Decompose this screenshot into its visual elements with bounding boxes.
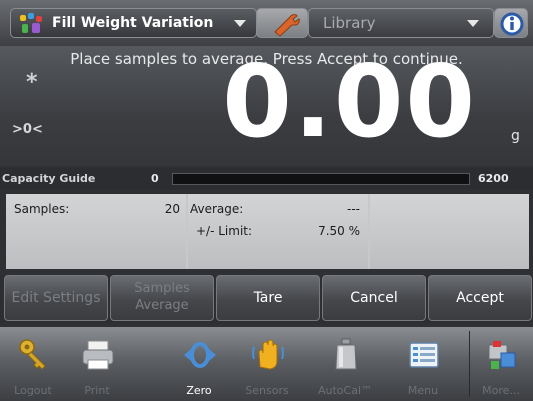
data-panel: Samples: 20 Average: --- +/- Limit: 7.50… [6, 194, 529, 269]
menu-list-icon [409, 342, 439, 368]
nav-more-label: More... [482, 384, 520, 397]
nav-autocal-label: AutoCal™ [317, 384, 373, 397]
nav-menu-label: Menu [407, 384, 439, 397]
samples-cell: Samples: 20 [6, 194, 186, 269]
nav-print[interactable]: Print [66, 327, 128, 401]
nav-zero[interactable]: Zero [168, 327, 230, 401]
bottom-nav: Logout Print Zero Sensors AutoCal™ Menu … [0, 327, 533, 401]
nav-print-label: Print [84, 384, 110, 397]
nav-sensors[interactable]: Sensors [236, 327, 298, 401]
edit-settings-button[interactable]: Edit Settings [4, 275, 108, 321]
library-selector[interactable]: Library [308, 8, 494, 38]
capacity-guide: Capacity Guide 0 6200 [0, 168, 533, 190]
application-icon [20, 13, 42, 33]
accept-label: Accept [456, 290, 504, 306]
tare-button[interactable]: Tare [216, 275, 320, 321]
nav-more[interactable]: More... [470, 327, 532, 401]
application-selector[interactable]: Fill Weight Variation [10, 8, 257, 38]
samples-average-label-1: Samples [134, 281, 190, 296]
center-zero-indicator: >0< [12, 122, 43, 137]
zero-icon [184, 342, 216, 368]
average-label: Average: [190, 202, 244, 216]
key-icon [19, 339, 46, 370]
empty-cell [370, 194, 529, 269]
average-cell: Average: --- +/- Limit: 7.50 % [188, 194, 368, 269]
nav-menu[interactable]: Menu [392, 327, 454, 401]
printer-icon [82, 340, 114, 370]
weight-unit[interactable]: g [511, 128, 520, 144]
balance-screen: Fill Weight Variation Library Place samp… [0, 0, 533, 401]
chevron-down-icon [234, 20, 246, 27]
average-value: --- [347, 202, 360, 216]
weight-readout: Place samples to average. Press Accept t… [0, 43, 533, 166]
limit-value: 7.50 % [318, 224, 360, 238]
edit-settings-label: Edit Settings [11, 290, 101, 306]
nav-autocal[interactable]: AutoCal™ [314, 327, 376, 401]
weight-value: 0.00 [222, 43, 477, 160]
library-label: Library [323, 14, 376, 32]
nav-sensors-label: Sensors [245, 384, 289, 397]
capacity-label: Capacity Guide [2, 172, 96, 185]
capacity-min: 0 [151, 172, 159, 185]
cancel-label: Cancel [350, 290, 398, 306]
tare-label: Tare [253, 290, 283, 306]
cancel-button[interactable]: Cancel [322, 275, 426, 321]
samples-average-label-2: Average [135, 298, 189, 313]
chevron-down-icon [467, 20, 479, 27]
settings-button[interactable] [256, 8, 308, 38]
capacity-bar [172, 173, 470, 185]
nav-logout[interactable]: Logout [2, 327, 64, 401]
samples-average-button[interactable]: Samples Average [110, 275, 214, 321]
samples-label: Samples: [14, 202, 70, 216]
action-buttons: Edit Settings Samples Average Tare Cance… [0, 275, 533, 323]
capacity-max: 6200 [478, 172, 509, 185]
wrench-icon [274, 14, 300, 37]
nav-zero-label: Zero [186, 384, 212, 397]
top-bar: Fill Weight Variation Library [0, 0, 533, 46]
accept-button[interactable]: Accept [428, 275, 532, 321]
info-icon [500, 12, 524, 36]
application-title: Fill Weight Variation [52, 15, 214, 31]
stable-indicator: * [26, 70, 38, 95]
more-apps-icon [488, 341, 516, 369]
hand-sensor-icon [252, 339, 284, 370]
info-button[interactable] [494, 8, 528, 38]
samples-value: 20 [164, 202, 180, 216]
calibration-weight-icon [335, 338, 357, 370]
nav-logout-label: Logout [14, 384, 52, 397]
limit-label: +/- Limit: [196, 224, 253, 238]
